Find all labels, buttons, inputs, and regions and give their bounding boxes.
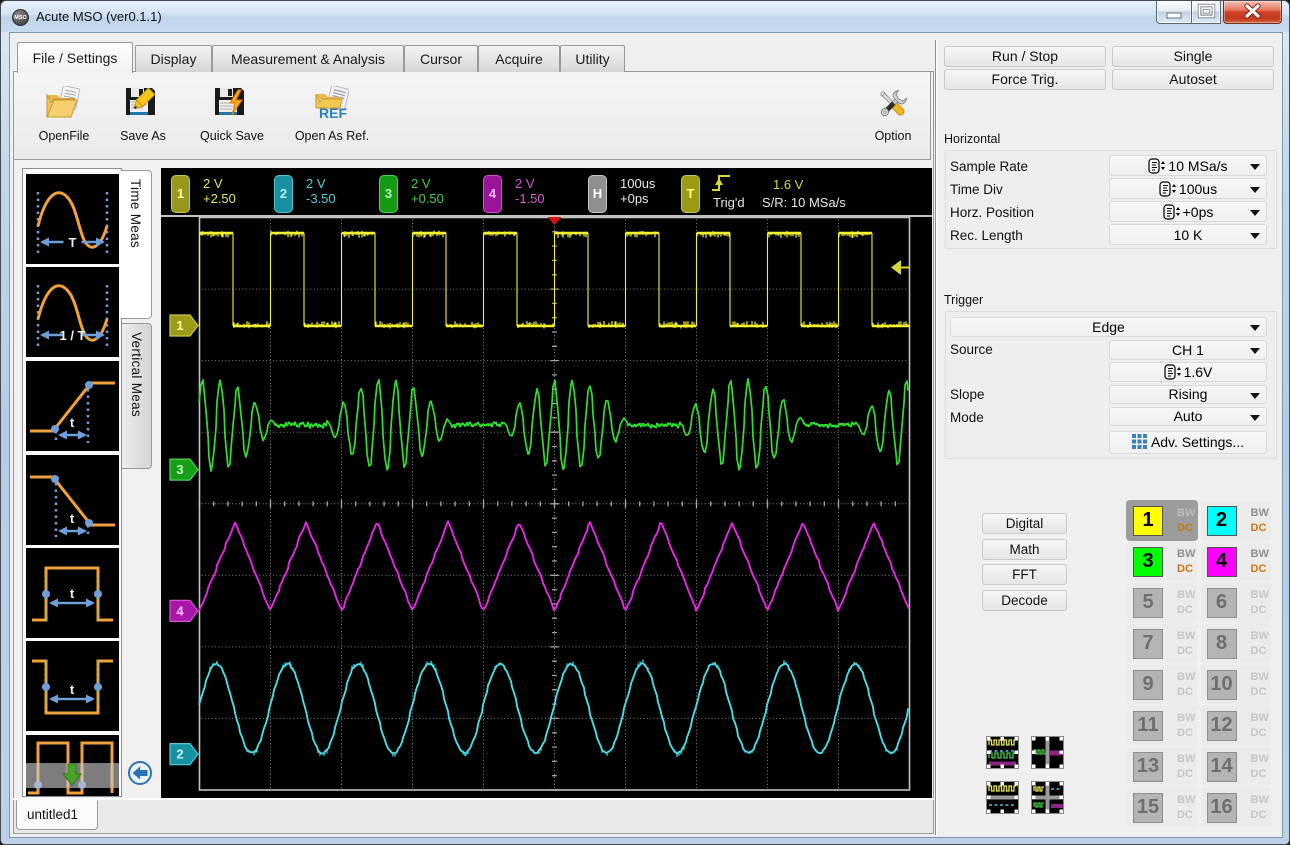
svg-text:t: t — [70, 415, 75, 430]
svg-text:1: 1 — [176, 318, 183, 333]
svg-text:REF: REF — [319, 105, 347, 121]
svg-text:t: t — [70, 586, 75, 601]
svg-text:1 / T: 1 / T — [59, 328, 85, 343]
svg-text:4: 4 — [176, 604, 184, 619]
svg-text:T: T — [69, 235, 77, 250]
svg-text:2: 2 — [176, 747, 183, 762]
svg-text:3: 3 — [176, 462, 183, 477]
svg-text:t: t — [70, 682, 75, 697]
svg-text:t: t — [70, 511, 75, 526]
